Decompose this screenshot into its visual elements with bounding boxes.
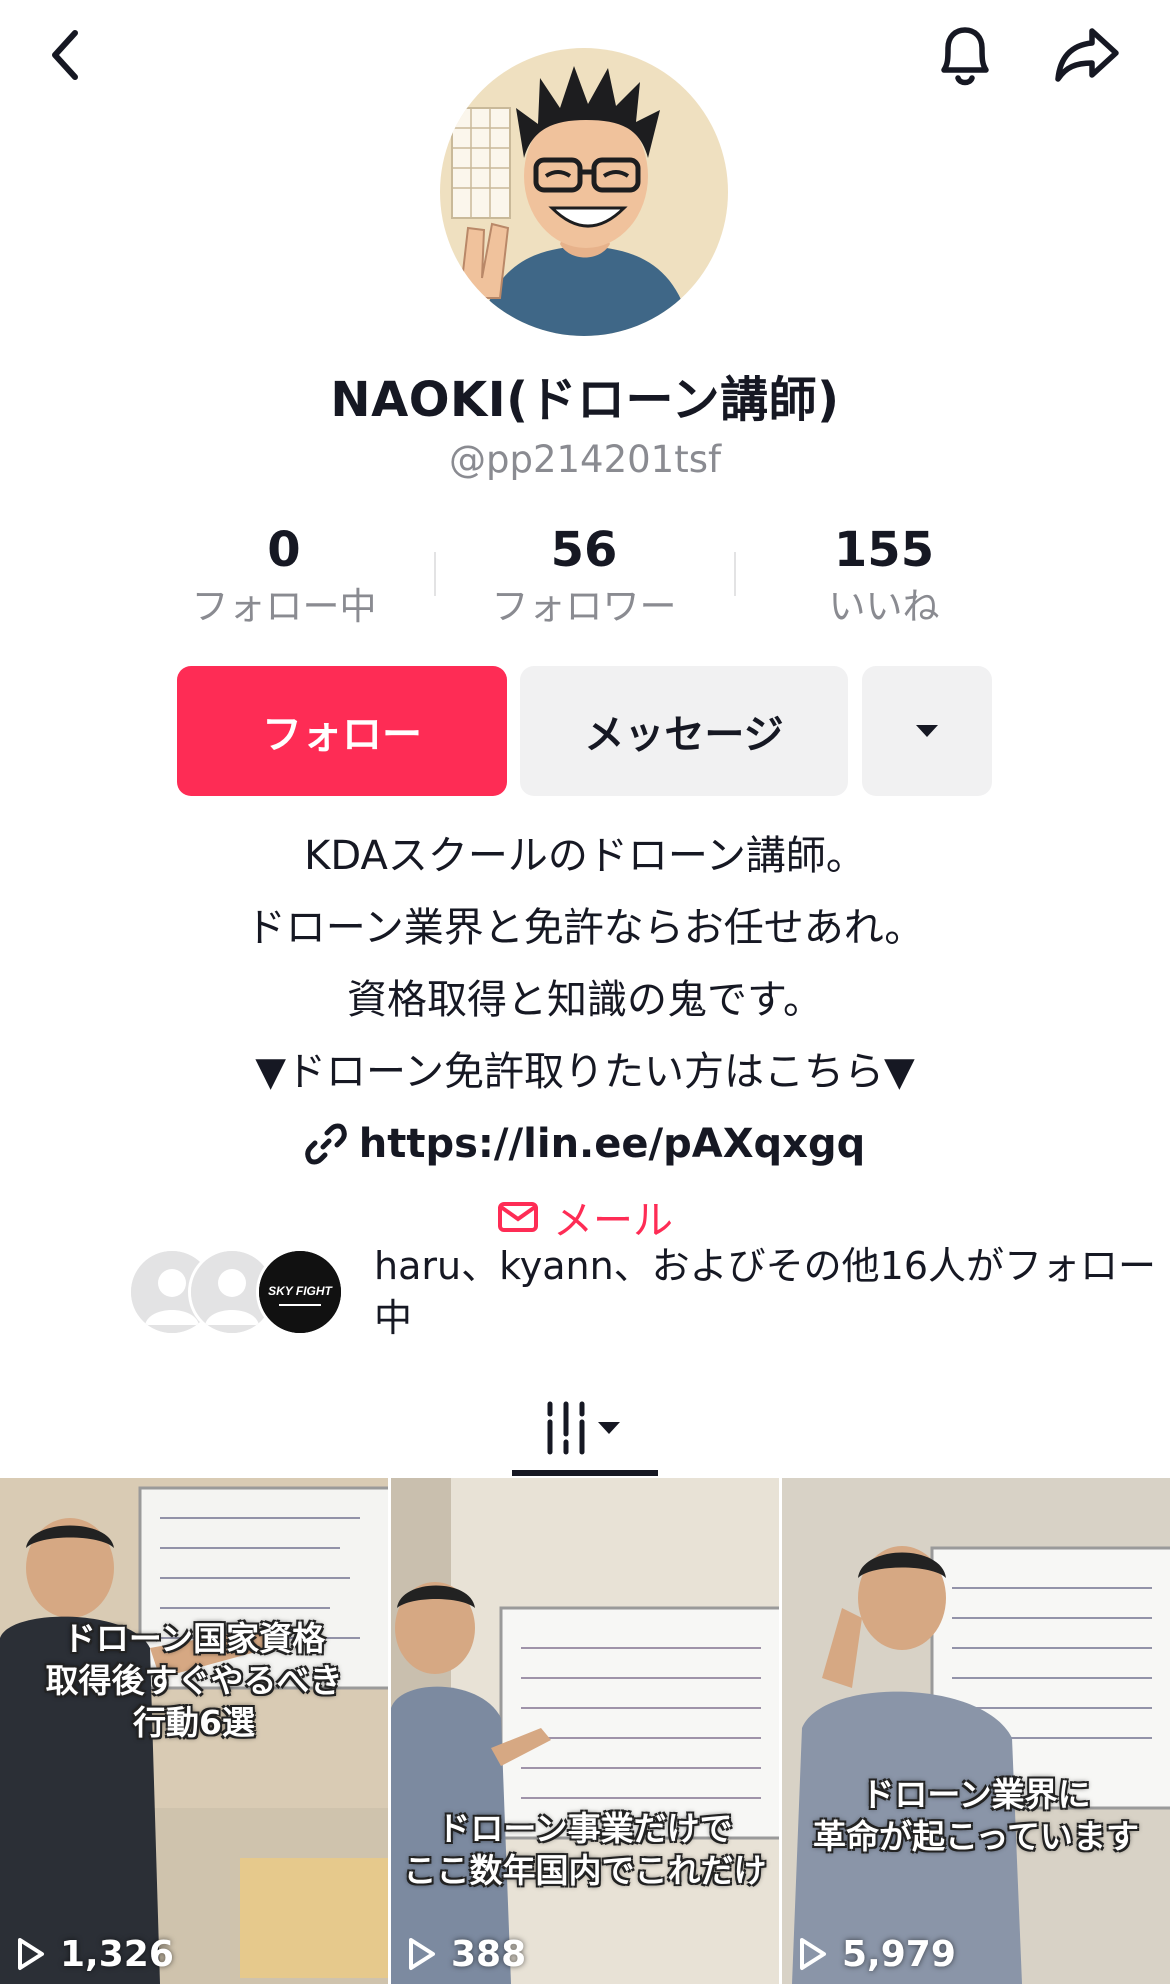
play-icon [409,1938,435,1970]
video-caption-line: ドローン事業だけで [437,1809,733,1848]
email-label: メール [553,1198,673,1244]
stat-likes-label: いいね [828,585,940,628]
stat-following-value: 0 [267,522,301,578]
view-count-value: 5,979 [842,1933,956,1975]
play-icon [18,1938,44,1970]
link-icon [304,1123,347,1165]
mutual-followers-text: haru、kyann、およびその他16人がフォロー中 [374,1244,1157,1340]
bio: KDAスクールのドローン講師。 ドローン業界と免許ならお任せあれ。 資格取得と知… [0,820,1170,1108]
profile-avatar [440,48,728,336]
username-handle: @pp214201tsf [448,438,722,481]
share-arrow-icon [1055,28,1119,82]
mail-icon [498,1202,538,1232]
view-count: 1,326 [16,1924,174,1984]
skyfight-logo-text: SKY FIGHT [268,1284,333,1298]
play-icon [800,1938,826,1970]
view-count: 388 [407,1924,526,1984]
message-button[interactable]: メッセージ [520,666,848,796]
video-caption: ドローン国家資格 取得後すぐやるべき 行動6選 [0,1618,388,1744]
video-thumbnail[interactable]: ドローン国家資格 取得後すぐやるべき 行動6選 1,326 [0,1478,388,1984]
bio-line: ドローン業界と免許ならお任せあれ。 [245,905,925,951]
more-options-button[interactable] [862,666,992,796]
mutual-followers[interactable]: SKY FIGHT haru、kyann、およびその他16人がフォロー中 [128,1240,1156,1350]
video-thumbnail-image [782,1478,1170,1984]
chevron-left-icon [52,30,78,80]
back-button[interactable] [30,20,100,90]
video-thumbnail[interactable]: ドローン事業だけで ここ数年国内でこれだけ 388 [391,1478,779,1984]
stat-following[interactable]: 0 フォロー中 [134,520,434,632]
content-tabs [0,1380,1170,1476]
notification-button[interactable] [930,20,1000,90]
video-grid: ドローン国家資格 取得後すぐやるべき 行動6選 1,326 ドローン事業だけで [0,1478,1170,1984]
videos-grid-icon [547,1401,620,1455]
follower-avatar: SKY FIGHT [256,1248,344,1336]
video-caption-line: ドローン国家資格 [62,1619,326,1658]
caret-down-icon [916,725,938,737]
follow-button[interactable]: フォロー [177,666,507,796]
video-caption-line: 革命が起こっています [812,1817,1140,1856]
skyfight-logo: SKY FIGHT [259,1251,341,1333]
stat-followers-value: 56 [550,522,618,578]
bio-link[interactable]: https://lin.ee/pAXqxgq [0,1108,1170,1180]
video-caption: ドローン事業だけで ここ数年国内でこれだけ [391,1808,779,1892]
video-caption-line: 取得後すぐやるべき [45,1661,343,1700]
bio-line: ▼ドローン免許取りたい方はこちら▼ [255,1049,915,1095]
avatar-illustration [440,48,728,336]
display-name: NAOKI(ドローン講師) [330,372,840,428]
bio-link-text: https://lin.ee/pAXqxgq [358,1121,866,1167]
stat-likes[interactable]: 155 いいね [734,520,1034,632]
video-thumbnail-image [391,1478,779,1984]
view-count-value: 388 [451,1933,527,1975]
stat-followers-label: フォロワー [491,585,677,628]
video-caption-line: 行動6選 [133,1703,255,1742]
video-caption-line: ここ数年国内でこれだけ [403,1851,767,1890]
stat-likes-value: 155 [833,522,935,578]
bell-icon [941,27,989,86]
video-thumbnail[interactable]: ドローン業界に 革命が起こっています 5,979 [782,1478,1170,1984]
bio-line: 資格取得と知識の鬼です。 [347,977,823,1023]
video-caption-line: ドローン業界に [861,1775,1091,1814]
view-count: 5,979 [798,1924,956,1984]
share-button[interactable] [1052,20,1122,90]
tab-videos[interactable] [512,1380,658,1476]
bio-line: KDAスクールのドローン講師。 [304,833,866,879]
stat-following-label: フォロー中 [191,585,377,628]
view-count-value: 1,326 [60,1933,174,1975]
tab-active-indicator [512,1470,658,1476]
video-caption: ドローン業界に 革命が起こっています [782,1774,1170,1858]
stat-followers[interactable]: 56 フォロワー [434,520,734,632]
